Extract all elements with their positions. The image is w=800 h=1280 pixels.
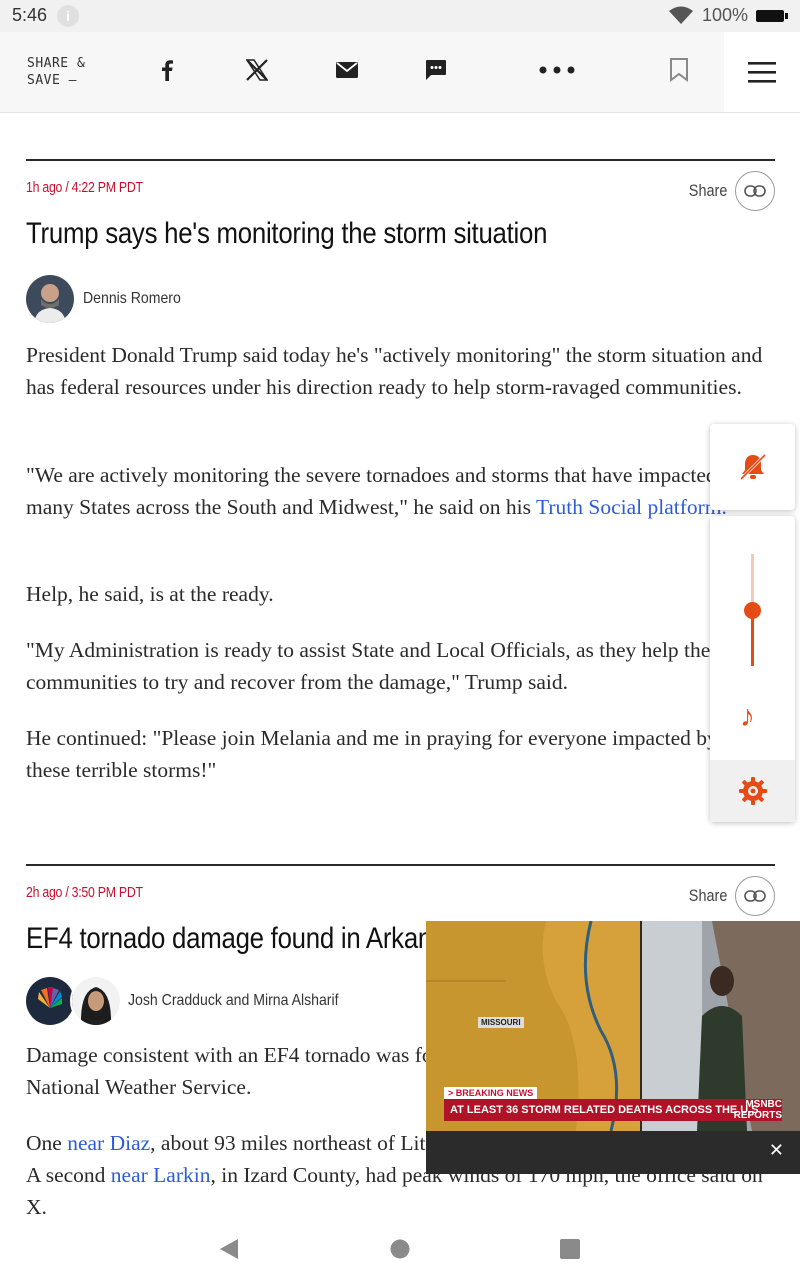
share-label-line1: SHARE & (27, 56, 86, 71)
share-link-button[interactable]: Share (682, 171, 775, 211)
back-icon[interactable] (219, 1238, 239, 1260)
home-icon[interactable] (390, 1239, 410, 1259)
post-headline[interactable]: Trump says he's monitoring the storm sit… (26, 217, 547, 251)
author-name[interactable]: Dennis Romero (83, 290, 181, 308)
paragraph: Help, he said, is at the ready. (26, 582, 274, 606)
paragraph: He continued: "Please join Melania and m… (26, 726, 718, 782)
author-name: Josh Cradduck and Mirna Alsharif (128, 992, 339, 1010)
close-icon[interactable]: ✕ (769, 1140, 784, 1161)
more-icon[interactable] (538, 54, 576, 86)
bell-off-icon (739, 453, 766, 481)
recents-icon[interactable] (560, 1239, 580, 1259)
avatar[interactable] (26, 275, 74, 323)
wifi-icon (668, 6, 693, 24)
email-icon[interactable] (335, 54, 359, 86)
status-time: 5:46 (12, 5, 48, 25)
truth-social-link[interactable]: Truth Social platform. (536, 495, 727, 519)
paragraph-text: One (26, 1131, 68, 1155)
settings-button[interactable] (710, 760, 795, 822)
gear-icon (738, 777, 767, 805)
paragraph: President Donald Trump said today he's "… (26, 343, 763, 399)
facebook-icon[interactable] (157, 54, 177, 86)
post-timestamp: 1h ago / 4:22 PM PDT (26, 179, 143, 196)
nbc-logo-avatar (26, 977, 74, 1025)
navigation-bar (0, 1218, 800, 1280)
menu-icon (748, 62, 776, 83)
author-link[interactable]: Mirna Alsharif (253, 992, 338, 1009)
breaking-news-label: > BREAKING NEWS (444, 1087, 538, 1099)
byline: Dennis Romero (26, 275, 194, 323)
near-larkin-link[interactable]: near Larkin (111, 1163, 211, 1187)
byline: Josh Cradduck and Mirna Alsharif (26, 975, 367, 1027)
msnbc-wordmark: MSNBC (745, 1099, 782, 1110)
mute-button[interactable] (710, 424, 795, 510)
post-timestamp: 2h ago / 3:50 PM PDT (26, 884, 143, 901)
avatar[interactable] (70, 975, 122, 1027)
share-bar: SHARE & SAVE — (0, 32, 800, 113)
post-divider (26, 159, 775, 161)
bookmark-icon[interactable] (668, 54, 690, 86)
post-headline[interactable]: EF4 tornado damage found in Arkansas (26, 922, 472, 956)
link-icon (735, 171, 775, 211)
share-save-label: SHARE & SAVE — (27, 55, 85, 89)
battery-percent: 100% (701, 5, 748, 25)
map-label: MISSOURI (478, 1017, 524, 1028)
near-diaz-link[interactable]: near Diaz (67, 1131, 150, 1155)
music-note-icon[interactable]: ♪ (740, 700, 755, 734)
share-label-line2: SAVE — (27, 73, 77, 88)
status-bar: 5:46 i 100% (0, 0, 800, 32)
link-icon (735, 876, 775, 916)
x-icon[interactable] (245, 54, 269, 86)
news-ticker: AT LEAST 36 STORM RELATED DEATHS ACROSS … (444, 1099, 782, 1121)
msnbc-reports: REPORTS (733, 1110, 782, 1121)
paragraph: "We are actively monitoring the severe t… (26, 459, 766, 523)
byline-and: and (225, 992, 250, 1009)
msnbc-logo: MSNBC REPORTS (734, 1099, 782, 1121)
post-divider (26, 864, 775, 866)
menu-button[interactable] (724, 32, 800, 112)
info-icon: i (57, 5, 79, 27)
audio-controls: ♪ (710, 516, 795, 822)
paragraph: "My Administration is ready to assist St… (26, 638, 724, 694)
author-link[interactable]: Josh Cradduck (128, 992, 222, 1009)
sms-icon[interactable] (424, 54, 448, 86)
share-link-button[interactable]: Share (682, 876, 775, 916)
battery-icon (756, 9, 788, 22)
video-player[interactable]: MISSOURI > BREAKING NEWS AT LEAST 36 STO… (426, 921, 800, 1174)
volume-slider-knob[interactable] (744, 602, 761, 619)
status-right: 100% (668, 5, 788, 26)
share-label: Share (688, 181, 727, 200)
share-label: Share (688, 886, 727, 905)
